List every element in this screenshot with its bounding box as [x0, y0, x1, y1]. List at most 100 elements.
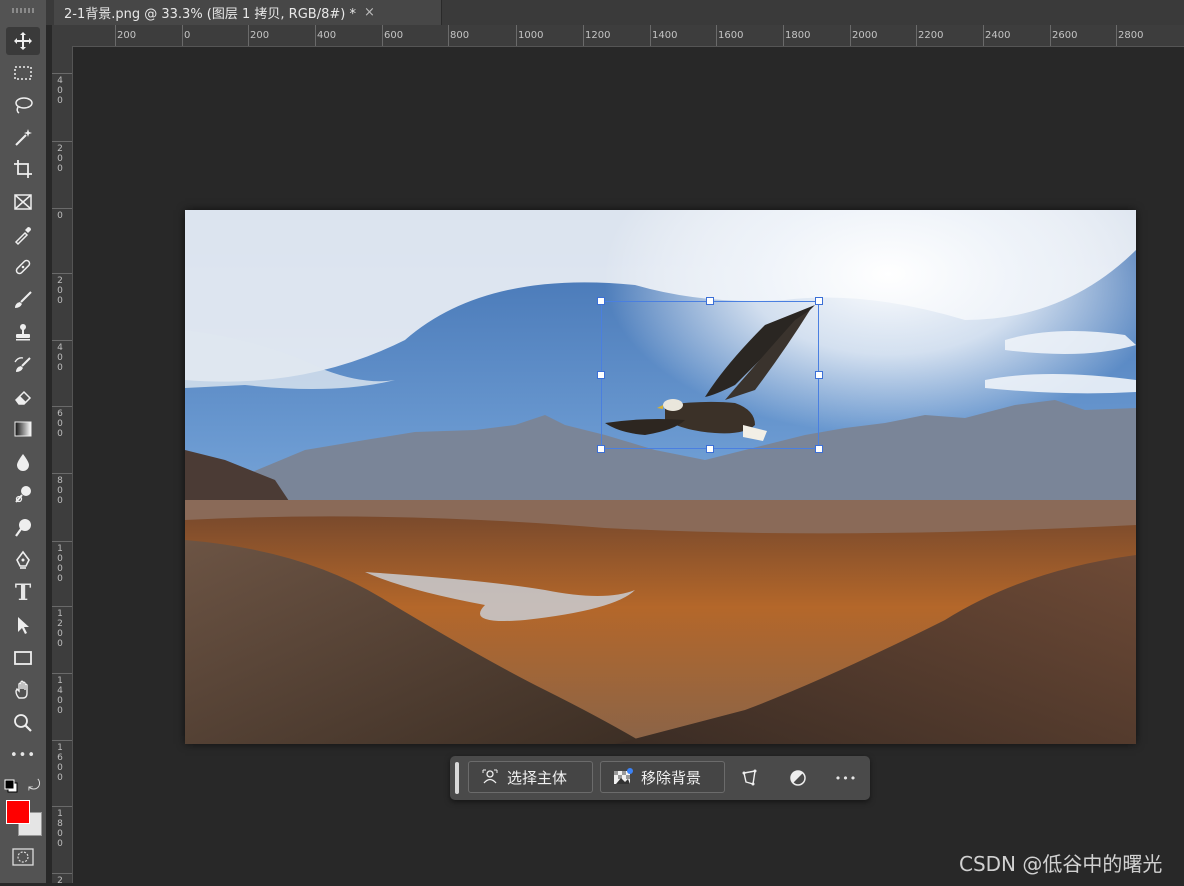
- ruler-label: 4: [57, 686, 63, 696]
- tools-panel: T ••• ⤾: [0, 0, 46, 883]
- ruler-label: 0: [57, 496, 63, 506]
- ruler-label: 0: [57, 286, 63, 296]
- remove-background-label: 移除背景: [641, 768, 702, 787]
- ruler-label: 0: [57, 419, 63, 429]
- transform-handle-top-left[interactable]: [597, 297, 605, 305]
- ruler-label: 200: [117, 30, 137, 41]
- ruler-label: 1: [57, 809, 63, 819]
- ruler-label: 8: [57, 476, 63, 486]
- ruler-label: 4: [57, 343, 63, 353]
- vertical-ruler[interactable]: 4002000200400600800100012001400160018002: [52, 46, 73, 886]
- type-icon[interactable]: T: [6, 579, 40, 607]
- move-tool-icon[interactable]: [6, 27, 40, 55]
- ruler-label: 0: [57, 763, 63, 773]
- toolbar-grip[interactable]: [12, 8, 34, 13]
- more-options-icon[interactable]: •••: [833, 765, 859, 791]
- ruler-tick: [850, 25, 851, 46]
- select-subject-button[interactable]: 选择主体: [468, 761, 593, 793]
- ruler-tick: [983, 25, 984, 46]
- ruler-tick: [52, 740, 72, 741]
- foreground-color-swatch[interactable]: [6, 800, 30, 824]
- ruler-label: 2200: [918, 30, 944, 41]
- magic-wand-icon[interactable]: [6, 123, 40, 151]
- document-tab[interactable]: 2-1背景.png @ 33.3% (图层 1 拷贝, RGB/8#) * ×: [54, 0, 442, 25]
- contextual-task-bar: 选择主体 移除背景 •••: [450, 756, 870, 800]
- horizontal-ruler[interactable]: 200 0 200 400 600 800 1000 1200 1400 1600 1800 2000…: [52, 25, 1184, 47]
- ruler-label: 0: [57, 363, 63, 373]
- history-brush-icon[interactable]: [6, 351, 40, 379]
- ruler-label: 1000: [518, 30, 544, 41]
- dodge-icon[interactable]: [6, 514, 40, 542]
- transform-handle-bottom[interactable]: [706, 445, 714, 453]
- blur-icon[interactable]: [6, 448, 40, 476]
- transform-handle-top[interactable]: [706, 297, 714, 305]
- spot-healing-icon[interactable]: [6, 253, 40, 281]
- ruler-tick: [52, 606, 72, 607]
- ruler-tick: [650, 25, 651, 46]
- ruler-label: 6: [57, 409, 63, 419]
- clone-stamp-icon[interactable]: [6, 318, 40, 346]
- frame-icon[interactable]: [6, 188, 40, 216]
- ruler-label: 2000: [852, 30, 878, 41]
- transform-icon[interactable]: [737, 765, 763, 791]
- selection-bounding-box[interactable]: [601, 301, 819, 449]
- close-tab-icon[interactable]: ×: [364, 5, 375, 20]
- brush-icon[interactable]: [6, 286, 40, 314]
- quick-mask-icon[interactable]: [12, 848, 34, 866]
- ruler-label: 0: [57, 629, 63, 639]
- zoom-icon[interactable]: [6, 709, 40, 737]
- adjustment-icon[interactable]: [785, 765, 811, 791]
- ruler-tick: [1116, 25, 1117, 46]
- path-selection-icon[interactable]: [6, 611, 40, 639]
- more-tools-icon[interactable]: •••: [6, 741, 40, 769]
- remove-background-button[interactable]: 移除背景: [600, 761, 725, 793]
- ruler-label: 2: [57, 276, 63, 286]
- swap-colors-icon[interactable]: ⤾: [28, 776, 41, 794]
- eyedropper-icon[interactable]: [6, 221, 40, 249]
- sponge-icon[interactable]: [6, 480, 40, 508]
- ruler-label: 800: [450, 30, 470, 41]
- ruler-label: 200: [250, 30, 270, 41]
- ruler-label: 0: [57, 353, 63, 363]
- ruler-label: 0: [57, 829, 63, 839]
- document-canvas[interactable]: [185, 210, 1136, 744]
- crop-icon[interactable]: [6, 155, 40, 183]
- pen-icon[interactable]: [6, 546, 40, 574]
- transform-handle-left[interactable]: [597, 371, 605, 379]
- ruler-label: 0: [57, 154, 63, 164]
- ruler-label: 2: [57, 619, 63, 629]
- rectangular-marquee-icon[interactable]: [6, 59, 40, 87]
- ruler-tick: [52, 208, 72, 209]
- lasso-icon[interactable]: [6, 91, 40, 119]
- rectangle-icon[interactable]: [6, 644, 40, 672]
- select-subject-icon: [481, 768, 499, 786]
- transform-handle-top-right[interactable]: [815, 297, 823, 305]
- transform-handle-right[interactable]: [815, 371, 823, 379]
- ruler-tick: [52, 541, 72, 542]
- ruler-label: 0: [57, 773, 63, 783]
- eraser-icon[interactable]: [6, 383, 40, 411]
- ruler-label: 8: [57, 819, 63, 829]
- ruler-tick: [182, 25, 183, 46]
- transform-handle-bottom-right[interactable]: [815, 445, 823, 453]
- ruler-tick: [52, 273, 72, 274]
- gradient-icon[interactable]: [6, 415, 40, 443]
- document-tab-bar: 2-1背景.png @ 33.3% (图层 1 拷贝, RGB/8#) * ×: [46, 0, 1184, 25]
- hand-icon[interactable]: [6, 676, 40, 704]
- landscape-image: [185, 210, 1136, 744]
- ruler-tick: [1050, 25, 1051, 46]
- default-colors-icon[interactable]: [4, 778, 18, 793]
- ruler-label: 4: [57, 76, 63, 86]
- select-subject-label: 选择主体: [507, 768, 568, 787]
- ruler-label: 0: [57, 296, 63, 306]
- ruler-label: 6: [57, 753, 63, 763]
- task-bar-grip[interactable]: [455, 762, 459, 794]
- transform-handle-bottom-left[interactable]: [597, 445, 605, 453]
- ruler-label: 1: [57, 676, 63, 686]
- ruler-label: 2: [57, 876, 63, 886]
- ruler-label: 0: [57, 211, 63, 221]
- ruler-label: 2400: [985, 30, 1011, 41]
- ruler-label: 0: [57, 574, 63, 584]
- ruler-tick: [52, 406, 72, 407]
- ruler-label: 0: [57, 486, 63, 496]
